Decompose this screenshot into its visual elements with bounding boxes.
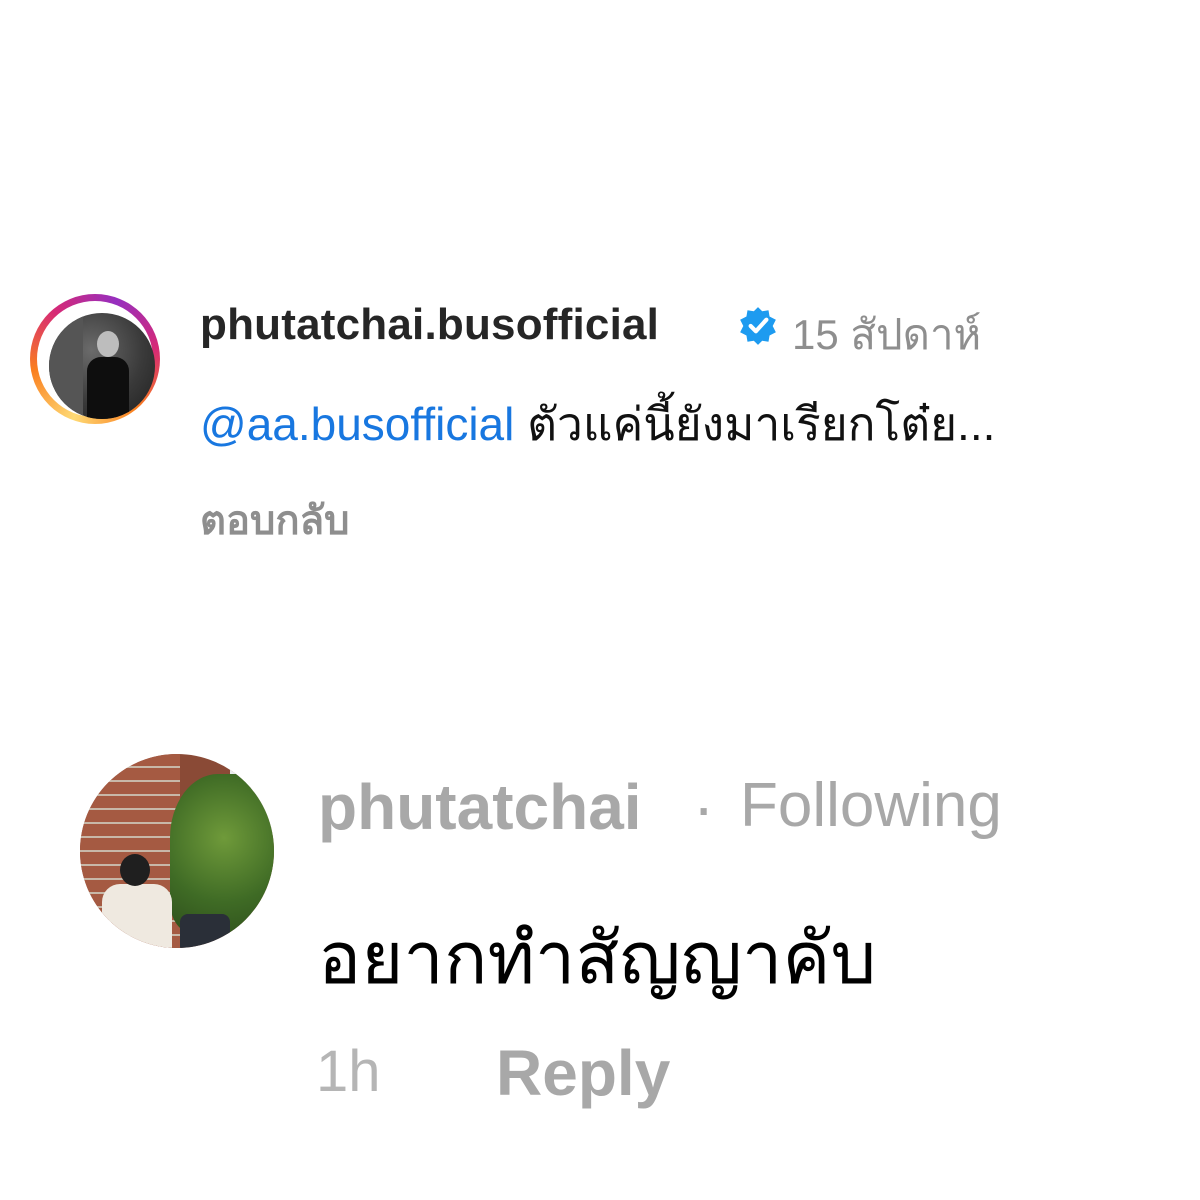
verified-badge-icon: [740, 307, 776, 345]
reply-button[interactable]: Reply: [496, 1036, 670, 1110]
comment-body-text: ตัวแค่นี้ยังมาเรียกโต๋ย...: [527, 398, 996, 450]
mention-link[interactable]: @aa.busofficial: [200, 398, 514, 450]
comment-username[interactable]: phutatchai.busofficial: [200, 300, 659, 350]
avatar-story-ring[interactable]: [30, 294, 160, 424]
comment-text: อยากทำสัญญาคับ: [318, 919, 877, 999]
reply-button[interactable]: ตอบกลับ: [200, 488, 350, 552]
comment-timestamp: 1h: [316, 1039, 381, 1104]
comment-timestamp: 15 สัปดาห์: [792, 311, 982, 358]
avatar[interactable]: [80, 754, 274, 948]
comments-page: phutatchai.busofficial 15 สัปดาห์ @aa.bu…: [0, 0, 1200, 1200]
comment-text: @aa.busofficial ตัวแค่นี้ยังมาเรียกโต๋ย.…: [200, 388, 995, 461]
avatar: [49, 313, 155, 419]
follow-status: Following: [740, 771, 1002, 840]
separator-dot: ·: [693, 771, 715, 843]
comment-username[interactable]: phutatchai: [318, 770, 642, 844]
